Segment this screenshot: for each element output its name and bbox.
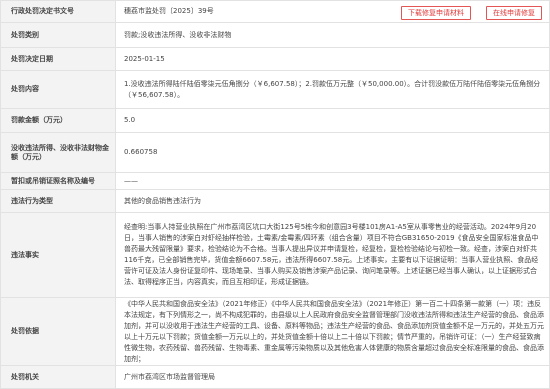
value-penalty-basis: 《中华人民共和国食品安全法》（2021年修正）《中华人民共和国食品安全法》（20… bbox=[115, 297, 550, 366]
value-violation-type: 其他的食品销售违法行为 bbox=[115, 189, 550, 213]
row-penalty-authority: 处罚机关 广州市荔湾区市场监督管理局 bbox=[0, 365, 550, 389]
row-fine-amount: 罚款金额（万元） 5.0 bbox=[0, 108, 550, 133]
value-confiscation-amount: 0.660758 bbox=[115, 132, 550, 173]
label-penalty-content: 处罚内容 bbox=[0, 70, 116, 109]
penalty-detail-panel: 行政处罚决定书文号 穗荔市监处罚〔2025〕39号 下载修复申请材料 在线申请修… bbox=[0, 0, 550, 389]
label-penalty-authority: 处罚机关 bbox=[0, 365, 116, 389]
value-penalty-category: 罚款;没收违法所得、没收非法财物 bbox=[115, 22, 550, 48]
label-license-suspension: 暂扣或吊销证照名称及编号 bbox=[0, 172, 116, 190]
value-license-suspension: —— bbox=[115, 172, 550, 190]
value-violation-facts: 经查明:当事人持营业执照在广州市荔湾区坑口大街125号5栋今和创意园3号楼101… bbox=[115, 212, 550, 298]
row-violation-facts: 违法事实 经查明:当事人持营业执照在广州市荔湾区坑口大街125号5栋今和创意园3… bbox=[0, 212, 550, 298]
label-decision-date: 处罚决定日期 bbox=[0, 47, 116, 71]
row-penalty-category: 处罚类别 罚款;没收违法所得、没收非法财物 bbox=[0, 22, 550, 48]
apply-online-repair-button[interactable]: 在线申请修复 bbox=[486, 6, 542, 20]
row-license-suspension: 暂扣或吊销证照名称及编号 —— bbox=[0, 172, 550, 190]
row-decision-date: 处罚决定日期 2025-01-15 bbox=[0, 47, 550, 71]
row-decision-number: 行政处罚决定书文号 穗荔市监处罚〔2025〕39号 下载修复申请材料 在线申请修… bbox=[0, 0, 550, 23]
row-penalty-basis: 处罚依据 《中华人民共和国食品安全法》（2021年修正）《中华人民共和国食品安全… bbox=[0, 297, 550, 366]
value-decision-date: 2025-01-15 bbox=[115, 47, 550, 71]
value-penalty-authority: 广州市荔湾区市场监督管理局 bbox=[115, 365, 550, 389]
label-violation-type: 违法行为类型 bbox=[0, 189, 116, 213]
row-penalty-content: 处罚内容 1.没收违法所得陆仟陆佰零柒元伍角捌分（￥6,607.58）；2.罚款… bbox=[0, 70, 550, 109]
value-penalty-content: 1.没收违法所得陆仟陆佰零柒元伍角捌分（￥6,607.58）；2.罚款伍万元整（… bbox=[115, 70, 550, 109]
download-repair-materials-button[interactable]: 下载修复申请材料 bbox=[401, 6, 471, 20]
label-penalty-basis: 处罚依据 bbox=[0, 297, 116, 366]
label-decision-number: 行政处罚决定书文号 bbox=[0, 0, 116, 23]
label-violation-facts: 违法事实 bbox=[0, 212, 116, 298]
value-fine-amount: 5.0 bbox=[115, 108, 550, 133]
label-confiscation-amount: 没收违法所得、没收非法财物金额（万元） bbox=[0, 132, 116, 173]
value-decision-number: 穗荔市监处罚〔2025〕39号 bbox=[124, 7, 214, 15]
label-penalty-category: 处罚类别 bbox=[0, 22, 116, 48]
label-fine-amount: 罚款金额（万元） bbox=[0, 108, 116, 133]
row-confiscation-amount: 没收违法所得、没收非法财物金额（万元） 0.660758 bbox=[0, 132, 550, 173]
penalty-detail-table: 行政处罚决定书文号 穗荔市监处罚〔2025〕39号 下载修复申请材料 在线申请修… bbox=[0, 0, 550, 389]
row-violation-type: 违法行为类型 其他的食品销售违法行为 bbox=[0, 189, 550, 213]
